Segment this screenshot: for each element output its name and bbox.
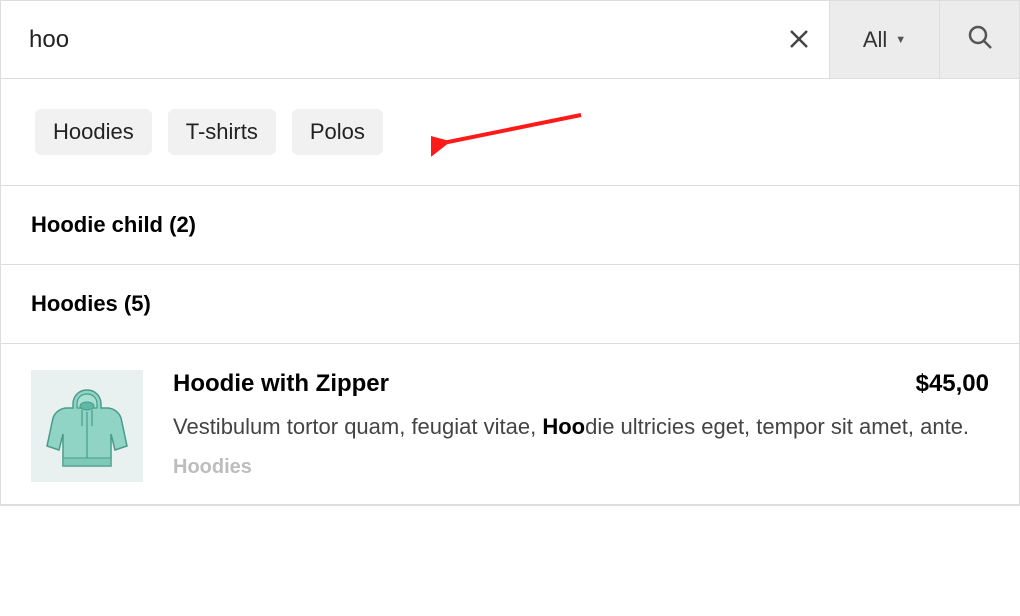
product-thumbnail — [31, 370, 143, 482]
chip-hoodies[interactable]: Hoodies — [35, 109, 152, 155]
suggestion-chips-row: Hoodies T-shirts Polos — [1, 79, 1019, 186]
product-category: Hoodies — [173, 456, 989, 479]
caret-down-icon: ▼ — [895, 34, 906, 46]
chip-tshirts[interactable]: T-shirts — [168, 109, 276, 155]
category-result-hoodies[interactable]: Hoodies (5) — [1, 265, 1019, 344]
search-icon — [966, 23, 994, 56]
clear-button[interactable] — [769, 1, 829, 78]
product-description: Vestibulum tortor quam, feugiat vitae, H… — [173, 410, 989, 444]
search-container: All ▼ Hoodies T-shirts Polos Hoodie chil — [0, 0, 1020, 506]
product-price: $45,00 — [916, 370, 989, 398]
search-button[interactable] — [939, 1, 1019, 78]
hoodie-icon — [37, 376, 137, 476]
category-result-hoodie-child[interactable]: Hoodie child (2) — [1, 186, 1019, 265]
chip-polos[interactable]: Polos — [292, 109, 383, 155]
annotation-arrow-icon — [431, 113, 591, 163]
product-result[interactable]: Hoodie with Zipper $45,00 Vestibulum tor… — [1, 344, 1019, 505]
search-input[interactable] — [1, 1, 769, 78]
product-title: Hoodie with Zipper — [173, 370, 389, 398]
close-icon — [789, 23, 809, 57]
filter-dropdown[interactable]: All ▼ — [829, 1, 939, 78]
search-bar: All ▼ — [1, 1, 1019, 79]
filter-label: All — [863, 27, 887, 53]
product-body: Hoodie with Zipper $45,00 Vestibulum tor… — [173, 370, 989, 482]
product-header: Hoodie with Zipper $45,00 — [173, 370, 989, 398]
